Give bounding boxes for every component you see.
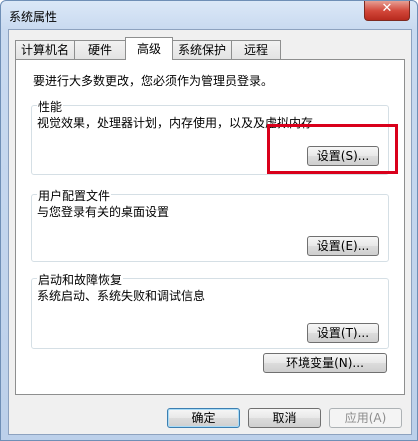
startup-recovery-settings-button[interactable]: 设置(T)... [307, 323, 379, 343]
tab-computer-name[interactable]: 计算机名 [15, 40, 75, 59]
dialog-client-area: 计算机名 硬件 高级 系统保护 远程 要进行大多数更改，您必须作为管理员登录。 … [8, 29, 412, 435]
tab-advanced[interactable]: 高级 [125, 37, 173, 60]
tab-remote[interactable]: 远程 [231, 40, 281, 59]
title-bar: 系统属性 ✕ [1, 1, 417, 29]
close-button[interactable]: ✕ [364, 1, 410, 21]
performance-title: 性能 [37, 98, 64, 115]
user-profiles-title: 用户配置文件 [37, 187, 112, 204]
startup-recovery-description: 系统启动、系统失败和调试信息 [37, 289, 206, 303]
startup-recovery-title: 启动和故障恢复 [37, 271, 124, 288]
user-profiles-description: 与您登录有关的桌面设置 [37, 205, 170, 219]
close-icon: ✕ [381, 1, 393, 16]
advanced-tab-panel: 要进行大多数更改，您必须作为管理员登录。 性能 视觉效果，处理器计划，内存使用，… [15, 59, 405, 395]
user-profiles-group: 用户配置文件 与您登录有关的桌面设置 设置(E)... [31, 187, 389, 262]
tab-hardware[interactable]: 硬件 [74, 40, 126, 59]
window-title: 系统属性 [9, 10, 58, 24]
admin-note: 要进行大多数更改，您必须作为管理员登录。 [33, 74, 274, 88]
apply-button[interactable]: 应用(A) [329, 408, 402, 428]
startup-recovery-group: 启动和故障恢复 系统启动、系统失败和调试信息 设置(T)... [31, 271, 389, 349]
ok-button[interactable]: 确定 [167, 408, 240, 428]
user-profiles-settings-button[interactable]: 设置(E)... [307, 236, 379, 256]
system-properties-window: 系统属性 ✕ 计算机名 硬件 高级 系统保护 远程 要进行大多数更改，您必须作为… [0, 0, 418, 441]
tab-system-protection[interactable]: 系统保护 [172, 40, 232, 59]
cancel-button[interactable]: 取消 [248, 408, 321, 428]
environment-variables-button[interactable]: 环境变量(N)... [263, 353, 387, 373]
red-highlight-box [267, 124, 398, 174]
